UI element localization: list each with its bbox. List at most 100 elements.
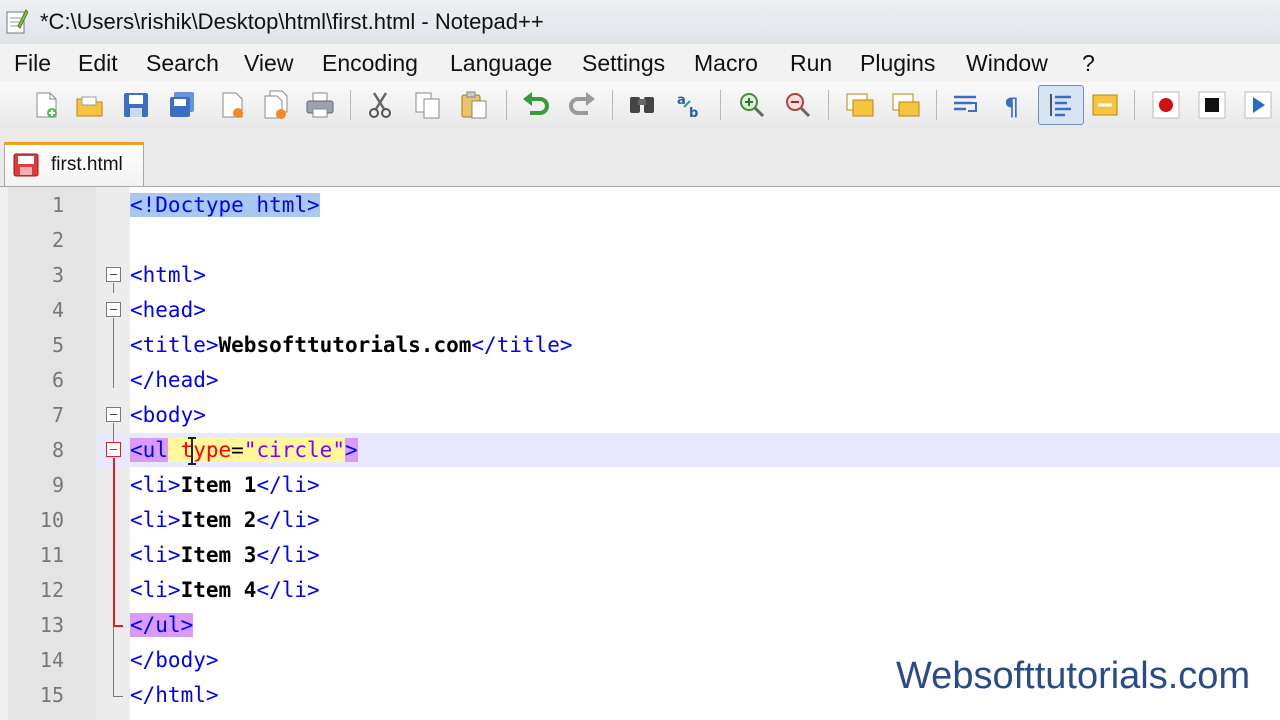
line-number: 10 xyxy=(39,508,64,532)
toolbar-separator xyxy=(936,90,937,120)
menu-edit[interactable]: Edit xyxy=(78,50,118,77)
menu-help[interactable]: ? xyxy=(1082,50,1095,77)
replace-icon[interactable]: ab xyxy=(674,89,706,121)
tab-first-html[interactable]: first.html xyxy=(4,142,144,186)
code-token-tag: </li> xyxy=(256,473,320,497)
code-token-tag: <li> xyxy=(130,508,181,532)
line-number: 3 xyxy=(51,263,64,287)
menu-file[interactable]: File xyxy=(14,50,51,77)
code-token-tag-ul-close: </ul> xyxy=(130,613,194,637)
line-number: 15 xyxy=(39,683,64,707)
code-line-15: </html> xyxy=(130,678,219,712)
open-file-icon[interactable] xyxy=(74,89,106,121)
toolbar: ab ¶ xyxy=(0,82,1280,129)
record-macro-icon[interactable] xyxy=(1150,89,1182,121)
line-number: 9 xyxy=(51,473,64,497)
line-number: 1 xyxy=(51,193,64,217)
new-file-icon[interactable] xyxy=(30,89,62,121)
copy-icon[interactable] xyxy=(412,89,444,121)
indent-guide-icon[interactable] xyxy=(1045,89,1077,121)
fold-guide-line-active xyxy=(113,458,115,626)
line-number: 13 xyxy=(39,613,64,637)
title-bar: *C:\Users\rishik\Desktop\html\first.html… xyxy=(0,0,1280,44)
print-icon[interactable] xyxy=(304,89,336,121)
code-token-tag-ul-open: <ul xyxy=(130,438,168,462)
tab-label: first.html xyxy=(51,154,123,175)
line-number: 6 xyxy=(51,368,64,392)
stop-record-icon[interactable] xyxy=(1196,89,1228,121)
close-icon[interactable] xyxy=(216,89,248,121)
tab-strip: first.html xyxy=(0,128,1280,187)
zoom-in-icon[interactable] xyxy=(736,89,768,121)
fold-guide-line xyxy=(113,423,114,442)
code-token-tag: </title> xyxy=(471,333,573,357)
save-icon[interactable] xyxy=(120,89,152,121)
menu-encoding[interactable]: Encoding xyxy=(322,50,418,77)
close-all-icon[interactable] xyxy=(260,89,292,121)
code-line-12: <li>Item 4</li> xyxy=(130,573,320,607)
line-number: 8 xyxy=(51,438,64,462)
show-all-chars-icon[interactable]: ¶ xyxy=(996,89,1028,121)
code-token-tag: <body> xyxy=(130,403,206,427)
toolbar-separator xyxy=(1134,90,1135,120)
find-icon[interactable] xyxy=(626,89,658,121)
fold-guide-line xyxy=(113,627,114,697)
save-all-icon[interactable] xyxy=(166,89,198,121)
play-macro-icon[interactable] xyxy=(1242,89,1274,121)
code-token-tag: <html> xyxy=(130,263,206,287)
watermark-text: Websofttutorials.com xyxy=(896,655,1251,697)
ibeam-cursor-icon xyxy=(188,437,196,465)
redo-icon[interactable] xyxy=(566,89,598,121)
zoom-out-icon[interactable] xyxy=(782,89,814,121)
menu-bar: File Edit Search View Encoding Language … xyxy=(0,44,1280,82)
toolbar-separator xyxy=(828,90,829,120)
code-line-11: <li>Item 3</li> xyxy=(130,538,320,572)
code-token-tag: </body> xyxy=(130,648,219,672)
toolbar-separator xyxy=(506,90,507,120)
fold-guide-end-active xyxy=(113,625,123,627)
code-token-equals: = xyxy=(231,438,244,462)
sync-vertical-icon[interactable] xyxy=(844,89,876,121)
menu-view[interactable]: View xyxy=(244,50,293,77)
fold-toggle-head[interactable] xyxy=(106,302,121,317)
code-line-8: <ul type="circle"> xyxy=(130,433,358,467)
line-number: 4 xyxy=(51,298,64,322)
code-token-tag: </head> xyxy=(130,368,219,392)
word-wrap-icon[interactable] xyxy=(950,89,982,121)
menu-language[interactable]: Language xyxy=(450,50,552,77)
window-title: *C:\Users\rishik\Desktop\html\first.html… xyxy=(40,9,544,34)
toolbar-separator xyxy=(720,90,721,120)
code-token-string: "circle" xyxy=(243,438,345,462)
editor-pane[interactable]: 1 2 3 4 5 6 7 8 9 10 11 12 13 14 15 <!Do… xyxy=(8,187,1280,720)
menu-window[interactable]: Window xyxy=(966,50,1048,77)
menu-settings[interactable]: Settings xyxy=(582,50,665,77)
code-token-doctype: <!Doctype html> xyxy=(130,193,320,217)
fold-toggle-ul[interactable] xyxy=(106,442,121,457)
code-line-1: <!Doctype html> xyxy=(130,188,320,222)
code-line-10: <li>Item 2</li> xyxy=(130,503,320,537)
fold-toggle-html[interactable] xyxy=(106,267,121,282)
menu-run[interactable]: Run xyxy=(790,50,832,77)
menu-plugins[interactable]: Plugins xyxy=(860,50,935,77)
code-token-text: Item 1 xyxy=(180,473,257,497)
code-line-7: <body> xyxy=(130,398,206,432)
line-number: 5 xyxy=(51,333,64,357)
code-token-tag: <head> xyxy=(130,298,206,322)
menu-search[interactable]: Search xyxy=(146,50,219,77)
line-number: 14 xyxy=(39,648,64,672)
sync-horizontal-icon[interactable] xyxy=(890,89,922,121)
user-lang-icon[interactable] xyxy=(1090,89,1122,121)
menu-macro[interactable]: Macro xyxy=(694,50,758,77)
line-number: 7 xyxy=(51,403,64,427)
notepad-app-icon xyxy=(6,9,28,34)
fold-toggle-body[interactable] xyxy=(106,407,121,422)
line-number: 12 xyxy=(39,578,64,602)
code-token-tag: <li> xyxy=(130,578,181,602)
toolbar-separator xyxy=(350,90,351,120)
paste-icon[interactable] xyxy=(458,89,490,121)
cut-icon[interactable] xyxy=(364,89,396,121)
undo-icon[interactable] xyxy=(520,89,552,121)
code-line-6: </head> xyxy=(130,363,219,397)
code-token-tag: <title> xyxy=(130,333,219,357)
code-token-tag: </li> xyxy=(256,578,320,602)
